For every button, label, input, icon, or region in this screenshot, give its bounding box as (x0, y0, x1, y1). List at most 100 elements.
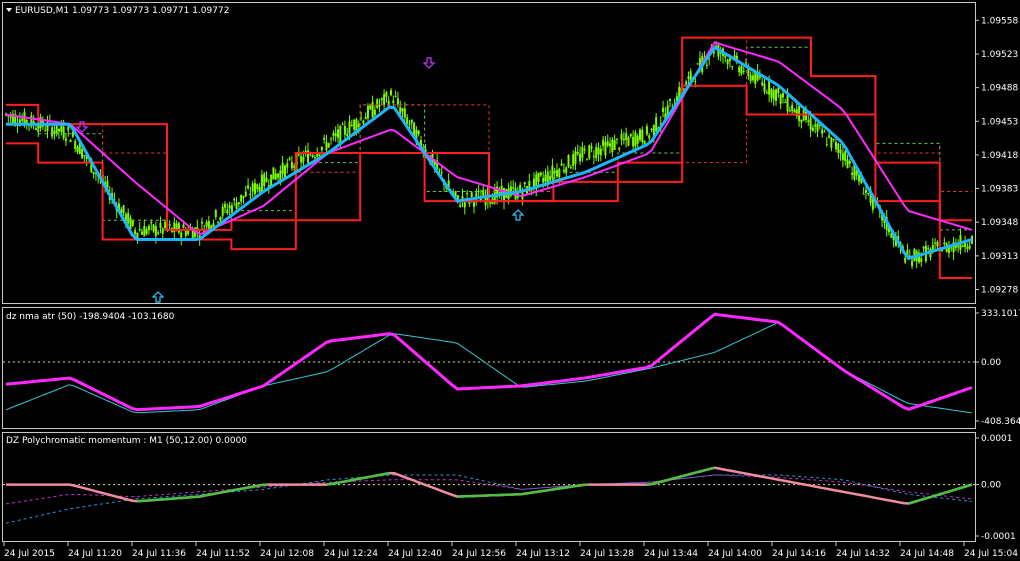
collapse-triangle-icon[interactable] (6, 8, 12, 12)
momentum-panel-frame (2, 432, 976, 542)
price-candle-body (260, 174, 263, 192)
price-candle-body (763, 83, 766, 92)
price-candle-body (920, 258, 923, 262)
price-candle-body (371, 101, 374, 118)
price-candle-body (731, 66, 734, 68)
buy-arrow-icon (151, 291, 165, 303)
price-candle-body (597, 147, 600, 155)
price-candle-body (369, 105, 372, 110)
price-candle-body (378, 104, 381, 107)
price-candle-body (645, 126, 648, 135)
price-candle-body (154, 226, 157, 237)
price-candle-body (602, 139, 605, 146)
price-candle-body (569, 167, 572, 169)
price-candle-body (281, 162, 284, 174)
price-candle-body (226, 209, 229, 214)
price-candle-body (256, 184, 259, 190)
price-candle-body (560, 163, 563, 166)
price-candle-body (274, 173, 277, 180)
price-candle-body (138, 228, 141, 231)
price-candle-body (392, 100, 395, 104)
price-candle-body (592, 156, 595, 158)
price-candle-body (927, 248, 930, 250)
time-axis-label: 24 Jul 11:20 (68, 549, 122, 559)
price-candle-body (403, 108, 406, 118)
price-candle-body (749, 75, 752, 81)
price-candle-body (145, 229, 148, 234)
price-candle-body (21, 118, 24, 121)
price-candle-body (152, 224, 155, 232)
price-candle-body (800, 119, 803, 123)
price-candle-body (625, 133, 628, 140)
price-candle-body (251, 183, 254, 192)
price-candle-body (839, 149, 842, 154)
time-axis-label: 24 Jul 13:44 (644, 549, 698, 559)
price-candle-body (512, 187, 515, 189)
price-candle-body (579, 153, 582, 162)
price-candle-body (438, 168, 441, 170)
price-candle-body (662, 107, 665, 112)
price-candle-body (336, 129, 339, 138)
price-candle-body (572, 154, 575, 166)
price-candle-body (141, 231, 144, 235)
price-candle-body (922, 247, 925, 249)
price-candle-body (184, 230, 187, 236)
price-candle-body (357, 123, 360, 128)
main-axis-tick-label: 1.09558 (981, 16, 1018, 26)
momentum-axis-tick-label: 0.00 (981, 481, 1001, 491)
price-candle-body (611, 139, 614, 153)
price-candle-body (961, 245, 964, 247)
price-candle-body (636, 135, 639, 144)
price-candle-body (574, 151, 577, 165)
time-axis-label: 24 Jul 12:08 (260, 549, 314, 559)
price-candle-body (69, 139, 72, 143)
price-candle-body (761, 82, 764, 86)
main-axis-tick-label: 1.09278 (981, 286, 1018, 296)
momentum-axis-tick-label: -0.0001 (981, 532, 1016, 542)
price-candle-body (394, 95, 397, 97)
price-candle-body (936, 241, 939, 247)
price-candle-body (604, 142, 607, 156)
price-candle-body (290, 161, 293, 169)
price-candle-body (772, 90, 775, 100)
price-candle-body (300, 155, 303, 163)
price-candle-body (341, 124, 344, 126)
price-candle-body (864, 189, 867, 193)
price-candle-body (263, 173, 266, 186)
price-candle-body (867, 192, 870, 194)
atr-cyan-line (5, 322, 973, 414)
price-candle-body (599, 148, 602, 156)
momentum-axis-tick-label: 0.0001 (981, 434, 1013, 444)
price-candle-body (249, 193, 252, 196)
price-candle-body (164, 221, 167, 229)
price-candle-body (353, 119, 356, 130)
price-candle-body (466, 193, 469, 195)
atr-panel (3, 312, 975, 414)
main-axis-tick-label: 1.09523 (981, 50, 1018, 60)
price-candle-body (793, 109, 796, 113)
price-candle-body (862, 193, 865, 195)
atr-axis-tick-label: -408.3648 (981, 417, 1020, 427)
price-candle-body (846, 159, 849, 169)
price-candle-body (791, 104, 794, 112)
price-candle-body (585, 159, 588, 161)
momentum-pink-line (6, 466, 973, 505)
price-candle-body (129, 217, 132, 230)
price-candle-body (180, 232, 183, 238)
price-candle-body (313, 156, 316, 158)
price-candle-body (809, 118, 812, 130)
price-candle-body (279, 170, 282, 180)
price-candle-body (309, 154, 312, 156)
price-candle-body (784, 101, 787, 103)
price-candle-body (830, 137, 833, 148)
price-candle-body (83, 155, 86, 157)
price-candle-body (742, 71, 745, 73)
price-candle-body (470, 192, 473, 197)
price-candle-body (346, 134, 349, 137)
price-candle-body (751, 75, 754, 81)
price-candle-body (67, 126, 70, 131)
price-candle-body (330, 138, 333, 140)
sell-arrow-icon (422, 57, 436, 69)
price-candle-body (629, 134, 632, 137)
price-candle-body (253, 183, 256, 194)
